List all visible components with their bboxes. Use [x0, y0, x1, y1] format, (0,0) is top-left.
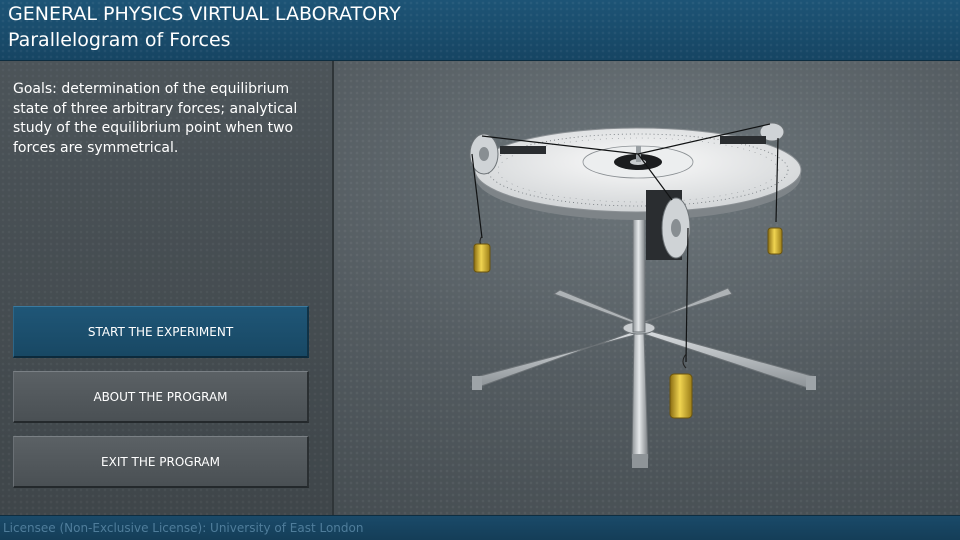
- license-text: Licensee (Non-Exclusive License): Univer…: [3, 521, 364, 535]
- app-window: GENERAL PHYSICS VIRTUAL LABORATORY Paral…: [0, 0, 960, 540]
- about-program-button[interactable]: ABOUT THE PROGRAM: [13, 371, 309, 423]
- app-subtitle: Parallelogram of Forces: [8, 29, 231, 51]
- start-experiment-button[interactable]: START THE EXPERIMENT: [13, 306, 309, 358]
- weight-front-icon: [669, 353, 693, 419]
- footer-bar: Licensee (Non-Exclusive License): Univer…: [0, 515, 960, 540]
- header-bar: GENERAL PHYSICS VIRTUAL LABORATORY Paral…: [0, 0, 960, 61]
- force-table-apparatus-icon: [469, 122, 816, 468]
- app-title: GENERAL PHYSICS VIRTUAL LABORATORY: [8, 3, 401, 25]
- exit-program-button[interactable]: EXIT THE PROGRAM: [13, 436, 309, 488]
- weight-left-icon: [473, 235, 491, 273]
- support-column: [632, 201, 646, 333]
- weight-right-icon: [767, 227, 783, 255]
- goals-text: Goals: determination of the equilibrium …: [13, 81, 298, 156]
